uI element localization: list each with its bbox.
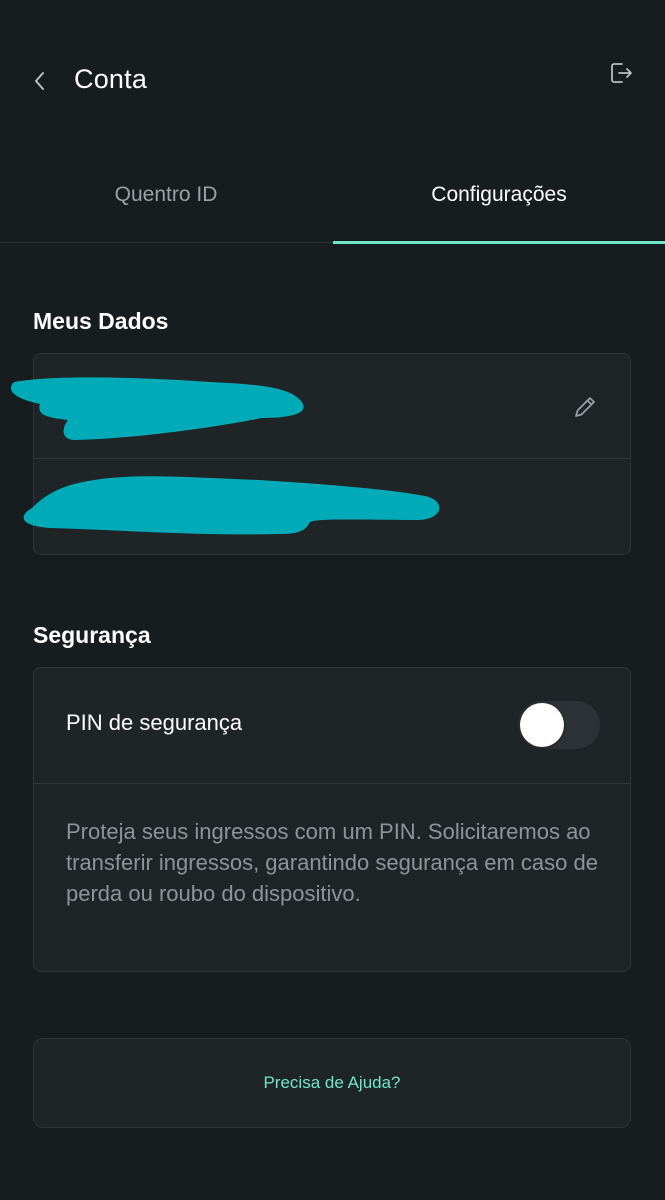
back-button[interactable] bbox=[28, 66, 52, 96]
pin-toggle[interactable] bbox=[518, 701, 600, 749]
active-tab-indicator bbox=[333, 241, 665, 244]
page-title: Conta bbox=[74, 64, 148, 94]
pencil-icon bbox=[575, 397, 595, 417]
header: Conta bbox=[0, 0, 665, 160]
logout-button[interactable] bbox=[606, 58, 636, 88]
help-label: Precisa de Ajuda? bbox=[263, 1073, 401, 1092]
toggle-knob bbox=[520, 703, 564, 747]
divider bbox=[34, 783, 630, 784]
pin-description: Proteja seus ingressos com um PIN. Solic… bbox=[66, 819, 598, 906]
tab-quentro-id[interactable]: Quentro ID bbox=[0, 150, 332, 240]
chevron-left-icon bbox=[35, 72, 44, 90]
tab-bar: Quentro ID Configurações bbox=[0, 150, 665, 244]
security-title: Segurança bbox=[33, 622, 151, 648]
redaction-mark bbox=[10, 377, 440, 535]
help-button[interactable]: Precisa de Ajuda? bbox=[33, 1038, 631, 1128]
edit-button[interactable] bbox=[570, 392, 600, 422]
pin-label: PIN de segurança bbox=[66, 710, 243, 735]
security-card: PIN de segurança Proteja seus ingressos … bbox=[33, 667, 631, 972]
tab-configuracoes[interactable]: Configurações bbox=[333, 150, 665, 240]
logout-icon bbox=[611, 63, 632, 83]
my-data-title: Meus Dados bbox=[33, 308, 169, 334]
